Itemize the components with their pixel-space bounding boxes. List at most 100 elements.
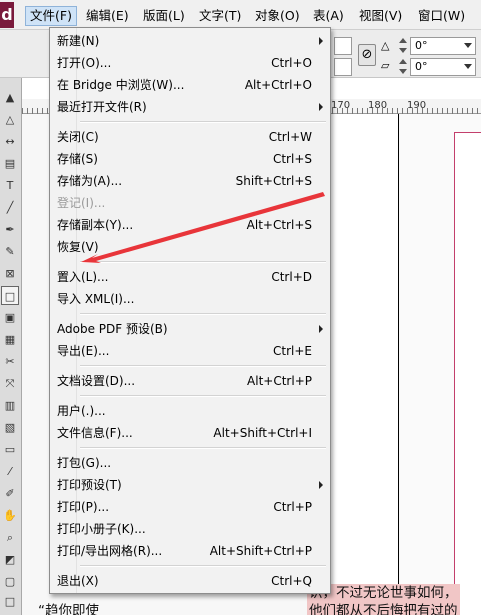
type-tool-icon[interactable]: T	[1, 176, 19, 195]
menu-separator	[80, 447, 326, 449]
control-field-left-top[interactable]	[334, 37, 352, 55]
note-tool-icon[interactable]: ▭	[1, 440, 19, 459]
file-menu-item[interactable]: 文档设置(D)... Alt+Ctrl+P	[52, 370, 328, 392]
menu-layout[interactable]: 版面(L)	[139, 6, 189, 26]
menu-view[interactable]: 视图(V)	[355, 6, 406, 26]
control-field-left-bottom[interactable]	[334, 58, 352, 76]
formatting-icon[interactable]: ▢	[1, 572, 19, 591]
hand-tool-icon[interactable]: ✋	[1, 506, 19, 525]
menu-item-label: 在 Bridge 中浏览(W)...	[57, 78, 185, 92]
rectangle-frame-tool-icon[interactable]: ⊠	[1, 264, 19, 283]
file-menu-item[interactable]: 导入 XML(I)...	[52, 288, 328, 310]
menu-item-label: 退出(X)	[57, 574, 99, 588]
file-menu-item[interactable]: 在 Bridge 中浏览(W)... Alt+Ctrl+O	[52, 74, 328, 96]
menu-table[interactable]: 表(A)	[309, 6, 348, 26]
submenu-arrow-icon	[319, 103, 323, 111]
file-menu-item[interactable]: 打印小册子(K)...	[52, 518, 328, 540]
menu-item-label: 登记(I)...	[57, 196, 106, 210]
ruler-label: 180	[368, 100, 388, 111]
menu-type[interactable]: 文字(T)	[195, 6, 245, 26]
file-menu-item[interactable]: 打印/导出网格(R)... Alt+Shift+Ctrl+P	[52, 540, 328, 562]
menu-item-shortcut: Shift+Ctrl+S	[235, 174, 312, 188]
menu-window[interactable]: 窗口(W)	[414, 6, 469, 26]
menu-item-label: 新建(N)	[57, 34, 100, 48]
menu-bar: d 文件(F) 编辑(E) 版面(L) 文字(T) 对象(O) 表(A) 视图(…	[0, 0, 481, 30]
button-tool-icon[interactable]: ▣	[1, 308, 19, 327]
gradient-swatch-tool-icon[interactable]: ▥	[1, 396, 19, 415]
file-menu-item[interactable]: 导出(E)... Ctrl+E	[52, 340, 328, 362]
file-menu-item[interactable]: 存储副本(Y)... Alt+Ctrl+S	[52, 214, 328, 236]
menu-item-label: Adobe PDF 预设(B)	[57, 322, 168, 336]
file-menu-item[interactable]: 打包(G)...	[52, 452, 328, 474]
chevron-down-icon[interactable]	[464, 43, 472, 48]
file-menu-item[interactable]: 置入(L)... Ctrl+D	[52, 266, 328, 288]
file-menu-item[interactable]: 退出(X) Ctrl+Q	[52, 570, 328, 592]
file-menu-item[interactable]: 恢复(V)	[52, 236, 328, 258]
menu-item-label: 打包(G)...	[57, 456, 112, 470]
direct-selection-tool-icon[interactable]: △	[1, 110, 19, 129]
selected-text-line[interactable]: 他们都从不后悔把有过的	[307, 602, 460, 615]
shear-angle-stepper[interactable]	[398, 58, 408, 76]
file-menu-item[interactable]: Adobe PDF 预设(B)	[52, 318, 328, 340]
menu-separator	[80, 313, 326, 315]
file-menu-dropdown: 新建(N) 打开(O)... Ctrl+O 在 Bridge 中浏览(W)... Alt…	[49, 27, 331, 594]
shear-angle-value: 0°	[415, 60, 428, 73]
scissors-tool-icon[interactable]: ✂	[1, 352, 19, 371]
menu-item-label: 置入(L)...	[57, 270, 109, 284]
file-menu-item[interactable]: 存储(S) Ctrl+S	[52, 148, 328, 170]
menu-object[interactable]: 对象(O)	[251, 6, 304, 26]
ruler-label: 190	[407, 100, 427, 111]
menu-item-label: 导入 XML(I)...	[57, 292, 135, 306]
menu-item-label: 存储副本(Y)...	[57, 218, 134, 232]
menu-item-shortcut: Ctrl+Q	[271, 574, 312, 588]
menu-item-label: 打印(P)...	[57, 500, 110, 514]
file-menu-item[interactable]: 打印(P)... Ctrl+P	[52, 496, 328, 518]
rotate-angle-stepper[interactable]	[398, 37, 408, 55]
chevron-down-icon[interactable]	[464, 64, 472, 69]
page-tool-icon[interactable]: ▤	[1, 154, 19, 173]
menu-file[interactable]: 文件(F)	[25, 6, 77, 26]
table-tool-icon[interactable]: ▦	[1, 330, 19, 349]
line-tool-icon[interactable]: ╱	[1, 198, 19, 217]
menu-item-label: 导出(E)...	[57, 344, 110, 358]
body-text-line[interactable]: “趋你即使	[38, 602, 99, 615]
shear-angle-field[interactable]: 0°	[410, 58, 476, 76]
eyedropper-tool-icon[interactable]: ⁄	[1, 462, 19, 481]
menu-item-shortcut: Ctrl+D	[271, 270, 312, 284]
gap-tool-icon[interactable]: ↔	[1, 132, 19, 151]
menu-item-label: 打印小册子(K)...	[57, 522, 146, 536]
menu-separator	[80, 261, 326, 263]
tools-panel: ▲ △ ↔ ▤ T ╱ ✒ ✎ ⊠ □ ▣ ▦ ✂ ⤧ ▥ ▧ ▭ ⁄ ✐ ✋ …	[0, 78, 22, 615]
menu-item-shortcut: Alt+Shift+Ctrl+P	[209, 544, 312, 558]
file-menu-item[interactable]: 打印预设(T)	[52, 474, 328, 496]
submenu-arrow-icon	[319, 37, 323, 45]
fill-stroke-icon[interactable]: ◩	[1, 550, 19, 569]
file-menu-item[interactable]: 打开(O)... Ctrl+O	[52, 52, 328, 74]
pen-tool-icon[interactable]: ✒	[1, 220, 19, 239]
free-transform-tool-icon[interactable]: ⤧	[1, 374, 19, 393]
measure-tool-icon[interactable]: ✐	[1, 484, 19, 503]
rotate-angle-field[interactable]: 0°	[410, 37, 476, 55]
rectangle-tool-icon[interactable]: □	[1, 286, 19, 305]
file-menu-item[interactable]: 文件信息(F)... Alt+Shift+Ctrl+I	[52, 422, 328, 444]
menu-item-shortcut: Ctrl+S	[272, 152, 312, 166]
selection-tool-icon[interactable]: ▲	[1, 88, 19, 107]
menu-item-label: 用户(.)...	[57, 404, 106, 418]
file-menu-item[interactable]: 新建(N)	[52, 30, 328, 52]
menu-item-shortcut: Ctrl+O	[271, 56, 312, 70]
gradient-feather-tool-icon[interactable]: ▧	[1, 418, 19, 437]
pencil-tool-icon[interactable]: ✎	[1, 242, 19, 261]
view-mode-icon[interactable]: □	[1, 592, 19, 611]
menu-item-shortcut: Ctrl+E	[273, 344, 312, 358]
file-menu-item[interactable]: 关闭(C) Ctrl+W	[52, 126, 328, 148]
file-menu-item[interactable]: 用户(.)...	[52, 400, 328, 422]
menu-item-label: 存储(S)	[57, 152, 98, 166]
constrain-proportions-icon[interactable]: ⊘	[358, 44, 376, 66]
submenu-arrow-icon	[319, 481, 323, 489]
menu-item-label: 关闭(C)	[57, 130, 99, 144]
menu-edit[interactable]: 编辑(E)	[82, 6, 133, 26]
zoom-tool-icon[interactable]: ⌕	[1, 528, 19, 547]
file-menu-item[interactable]: 存储为(A)... Shift+Ctrl+S	[52, 170, 328, 192]
file-menu-item[interactable]: 最近打开文件(R)	[52, 96, 328, 118]
page-left	[329, 114, 399, 615]
